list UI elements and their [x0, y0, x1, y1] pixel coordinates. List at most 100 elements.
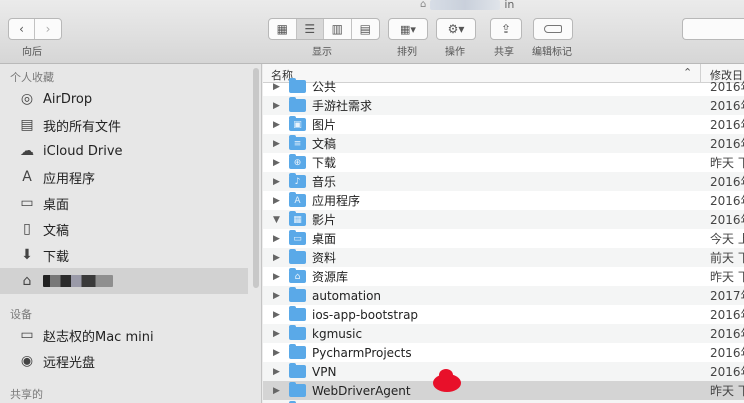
sidebar-scrollbar[interactable] — [253, 68, 259, 288]
disclosure-triangle-icon[interactable]: ▶ — [273, 272, 280, 282]
file-name: VPN — [312, 364, 337, 379]
coverflow-view-button[interactable]: ▤ — [352, 19, 379, 39]
file-name: 图片 — [312, 118, 337, 132]
back-button[interactable]: ‹ — [9, 19, 36, 39]
table-row[interactable]: ▶ 资料 前天 下 — [263, 248, 744, 267]
view-mode-control: ▦ ☰ ▥ ▤ — [268, 18, 380, 40]
disclosure-triangle-icon[interactable]: ▼ — [273, 215, 280, 225]
table-row[interactable]: ▼ ▦ 影片 2016年 — [263, 210, 744, 229]
sidebar-item-label: 赵志权的Mac mini — [43, 329, 154, 345]
sidebar-item-label: iCloud Drive — [43, 143, 123, 159]
disclosure-triangle-icon[interactable]: ▶ — [273, 348, 280, 358]
remote-disc-icon: ◉ — [20, 353, 34, 369]
table-row[interactable]: ▶ ⊕ 下载 昨天 下 — [263, 153, 744, 172]
table-row[interactable]: ▶ ⌂ 资源库 昨天 下 — [263, 267, 744, 286]
folder-glyph — [289, 308, 306, 321]
table-row[interactable]: ▶ VPN 2016年 — [263, 362, 744, 381]
table-row[interactable]: ▶ A 应用程序 2016年 — [263, 191, 744, 210]
table-row[interactable]: ▶ 公共 2016年 — [263, 77, 744, 96]
disclosure-triangle-icon[interactable]: ▶ — [273, 139, 280, 149]
disclosure-triangle-icon[interactable]: ▶ — [273, 291, 280, 301]
folder-glyph — [289, 289, 306, 302]
disclosure-triangle-icon[interactable]: ▶ — [273, 158, 280, 168]
disclosure-triangle-icon[interactable]: ▶ — [273, 120, 280, 130]
folder-icon: ♪ — [289, 173, 306, 188]
column-view-button[interactable]: ▥ — [324, 19, 352, 39]
table-row[interactable]: ▶ 手游社需求 2016年 — [263, 96, 744, 115]
file-name: 资料 — [312, 251, 337, 265]
chevron-left-icon: ‹ — [19, 22, 24, 36]
folder-glyph: A — [294, 195, 301, 206]
list-view-button[interactable]: ☰ — [296, 19, 324, 39]
back-label: 向后 — [22, 47, 42, 58]
edit-tags-button[interactable] — [533, 18, 573, 40]
folder-icon — [289, 97, 306, 112]
table-row[interactable]: ▶ ♪ 音乐 2016年 — [263, 172, 744, 191]
edit-tags-label: 编辑标记 — [532, 47, 572, 58]
sidebar-item-documents[interactable]: ▯ 文稿 — [0, 216, 248, 242]
sidebar-item-applications[interactable]: A 应用程序 — [0, 164, 248, 190]
disclosure-triangle-icon[interactable]: ▶ — [273, 329, 280, 339]
file-name: 桌面 — [312, 232, 337, 246]
arrange-label: 排列 — [397, 47, 417, 58]
sidebar-item-mac-mini[interactable]: ▭ 赵志权的Mac mini — [0, 322, 248, 348]
sidebar-item-downloads[interactable]: ⬇ 下载 — [0, 242, 248, 268]
tag-icon — [544, 25, 562, 33]
disclosure-triangle-icon[interactable]: ▶ — [273, 82, 280, 92]
action-button[interactable]: ⚙▾ — [436, 18, 476, 40]
sidebar-item-desktop[interactable]: ▭ 桌面 — [0, 190, 248, 216]
file-date: 2016年 — [710, 99, 744, 113]
folder-glyph: ⌂ — [294, 271, 301, 282]
file-name: 资源库 — [312, 270, 349, 284]
folder-icon: ▦ — [289, 211, 306, 226]
table-row[interactable]: ▶ ▭ 桌面 今天 上 — [263, 229, 744, 248]
sidebar-item-home[interactable]: ⌂ — [0, 268, 248, 294]
disclosure-triangle-icon[interactable]: ▶ — [273, 177, 280, 187]
file-name: ios-app-bootstrap — [312, 307, 419, 322]
mac-mini-icon: ▭ — [20, 327, 34, 343]
folder-icon — [289, 78, 306, 93]
disclosure-triangle-icon[interactable]: ▶ — [273, 253, 280, 263]
table-row[interactable]: ▶ ios-app-bootstrap 2016年 — [263, 305, 744, 324]
search-input[interactable] — [682, 18, 744, 40]
sidebar-item-label: 桌面 — [43, 197, 70, 213]
home-folder-icon: ⌂ — [420, 0, 427, 10]
forward-button[interactable]: › — [35, 19, 61, 39]
disclosure-triangle-icon[interactable]: ▶ — [273, 386, 280, 396]
sidebar-item-all-files[interactable]: ▤ 我的所有文件 — [0, 112, 248, 138]
table-row[interactable]: ▶ kgmusic 2016年 — [263, 324, 744, 343]
table-row[interactable]: ▶ WebDriverAgent 昨天 下 — [263, 381, 744, 400]
sidebar-item-airdrop[interactable]: ◎ AirDrop — [0, 86, 248, 112]
folder-icon — [289, 287, 306, 302]
arrange-button[interactable]: ▦▾ — [388, 18, 428, 40]
table-row[interactable]: ▶ ≡ 文稿 2016年 — [263, 134, 744, 153]
sidebar-item-label: 下载 — [43, 249, 70, 265]
folder-icon: ▣ — [289, 116, 306, 131]
folder-glyph: ≡ — [293, 138, 302, 149]
icon-view-button[interactable]: ▦ — [269, 19, 297, 39]
file-date: 昨天 下 — [710, 156, 744, 170]
columns-icon: ▥ — [331, 22, 343, 36]
disclosure-triangle-icon[interactable]: ▶ — [273, 196, 280, 206]
table-row[interactable]: ▶ automation 2017年 — [263, 286, 744, 305]
share-button[interactable]: ⇪ — [490, 18, 522, 40]
folder-icon — [289, 306, 306, 321]
redacted-username — [43, 275, 113, 287]
file-date: 2016年 — [710, 213, 744, 227]
file-date: 2016年 — [710, 365, 744, 379]
desktop-icon: ▭ — [20, 195, 34, 211]
disclosure-triangle-icon[interactable]: ▶ — [273, 234, 280, 244]
grid-icon: ▦ — [276, 22, 288, 36]
file-date: 昨天 下 — [710, 384, 744, 398]
table-row[interactable]: ▶ ▣ 图片 2016年 — [263, 115, 744, 134]
file-name: 音乐 — [312, 175, 337, 189]
disclosure-triangle-icon[interactable]: ▶ — [273, 310, 280, 320]
back-forward-control: ‹ › — [8, 18, 62, 40]
folder-glyph: ▣ — [293, 119, 302, 130]
disclosure-triangle-icon[interactable]: ▶ — [273, 367, 280, 377]
table-row[interactable]: ▶ PycharmProjects 2016年 — [263, 343, 744, 362]
sidebar-item-icloud-drive[interactable]: ☁ iCloud Drive — [0, 138, 248, 164]
disclosure-triangle-icon[interactable]: ▶ — [273, 101, 280, 111]
folder-glyph: ⊕ — [293, 157, 302, 168]
sidebar-item-remote-disc[interactable]: ◉ 远程光盘 — [0, 348, 248, 374]
